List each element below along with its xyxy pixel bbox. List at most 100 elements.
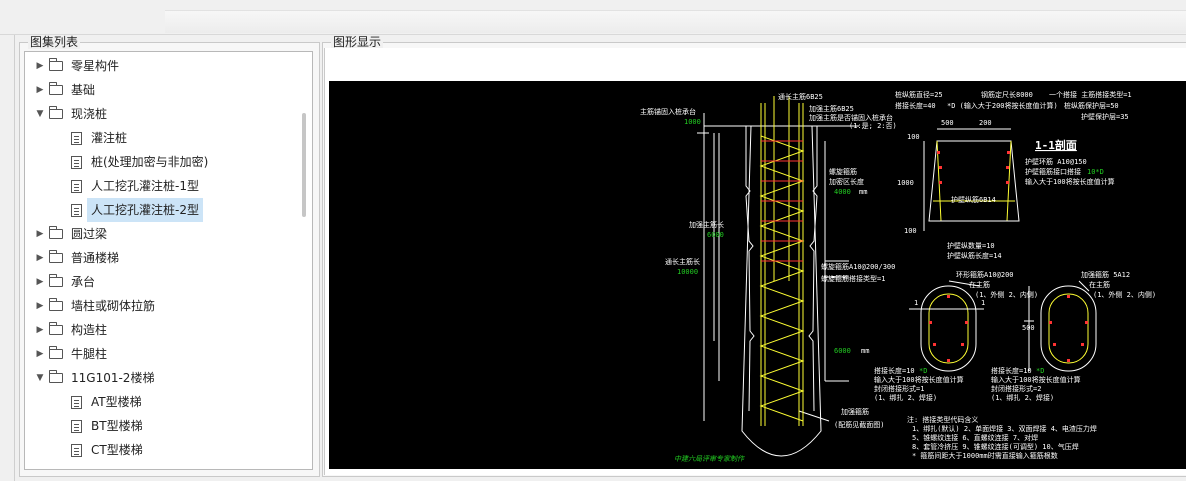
tree-item[interactable]: 灌注桩	[25, 126, 312, 150]
anchor-label: 主筋锚固入桩承台	[640, 107, 696, 116]
param-splice-note: *D (输入大于200将按长度值计算)	[947, 101, 1058, 110]
chevron-right-icon[interactable]: ▶	[35, 270, 45, 294]
ring-dot	[947, 359, 950, 362]
section-tie-dot	[939, 166, 942, 169]
tree-item-label: 人工挖孔灌注桩-1型	[91, 179, 199, 193]
tree-item[interactable]: AT型楼梯	[25, 390, 312, 414]
tree-folder[interactable]: ▶ 普通楼梯	[25, 246, 312, 270]
param-splice-type: 一个搭接 主筋搭接类型=1	[1049, 90, 1132, 99]
chevron-right-icon[interactable]: ▶	[35, 222, 45, 246]
ring-dot	[933, 343, 936, 346]
toolbar-strip	[165, 10, 1186, 33]
tree-item[interactable]: 人工挖孔灌注桩-1型	[25, 174, 312, 198]
tree-folder[interactable]: ▶ 构造柱	[25, 318, 312, 342]
tree-folder[interactable]: ▶ 墙柱或砌体拉筋	[25, 294, 312, 318]
tree-item-label: 灌注桩	[91, 131, 128, 145]
tree-item-label: AT型楼梯	[91, 395, 142, 409]
cad-drawing[interactable]: 主筋锚固入桩承台 1000 通长主筋6B25 加强主筋6B25 加强主筋是否锚固…	[329, 81, 1186, 469]
ring-section-b-inner	[1048, 293, 1089, 364]
dim-500-ring: 500	[1022, 324, 1035, 332]
tree-item[interactable]: 人工挖孔灌注桩-2型	[25, 198, 312, 222]
ring-dot	[947, 295, 950, 298]
chevron-right-icon[interactable]: ▶	[35, 246, 45, 270]
spiral-splice: 螺旋箍筋搭接类型=1	[821, 274, 885, 283]
cut-label-right: 1	[981, 299, 985, 307]
tree-item-label: 构造柱	[71, 323, 108, 337]
section-tie-dot	[1006, 166, 1009, 169]
dense-length-value: 4000	[834, 188, 851, 196]
add-ring-main: 在主筋	[1089, 280, 1110, 289]
folder-icon	[49, 298, 63, 311]
ring-dot	[1049, 321, 1052, 324]
add-bar-length-value: 6000	[707, 231, 724, 239]
chevron-right-icon[interactable]: ▶	[35, 294, 45, 318]
splice-a-note: 输入大于100将按长度值计算	[874, 375, 964, 384]
dense-length-unit: mm	[859, 188, 867, 196]
note-line-1: 1、绑扎(默认) 2、单面焊接 3、双面焊接 4、电渣压力焊	[912, 424, 1097, 433]
anchor-value: 1000	[684, 118, 701, 126]
tree-item-label: 11G101-2楼梯	[71, 371, 155, 385]
bottom-tie-label: 加强箍筋	[841, 407, 869, 416]
catalog-tree[interactable]: ▶ 零星构件 ▶ 基础 ▼ 现浇桩 灌注桩 桩(处理加密与非加密) 人工挖孔灌注桩-1型 人工挖孔…	[24, 51, 313, 470]
chevron-down-icon[interactable]: ▼	[35, 366, 45, 390]
tree-item-label: 人工挖孔灌注桩-2型	[87, 198, 203, 222]
note-line-2: 5、锥螺纹连接 6、直螺纹连接 7、对焊	[912, 433, 1038, 442]
tree-item-label: 墙柱或砌体拉筋	[71, 299, 156, 313]
graphic-panel-title: 图形显示	[331, 35, 384, 49]
folder-icon	[49, 322, 63, 335]
tree-item-label: 普通楼梯	[71, 251, 120, 265]
spiral-tie	[759, 135, 805, 422]
document-icon	[71, 420, 82, 433]
splice-a-form: 封闭搭接形式=1	[874, 384, 924, 393]
dim-200-label: 200	[979, 119, 992, 127]
spiral-spec: 螺旋箍筋A10@200/300	[821, 262, 895, 271]
tree-item-label: 零星构件	[71, 59, 120, 73]
footer-credit: 中建六局评审专家制作	[674, 455, 745, 463]
tree-folder[interactable]: ▼ 11G101-2楼梯	[25, 366, 312, 390]
add-bar-length-label: 加强主筋长	[689, 220, 724, 229]
ring-main: 在主筋	[969, 280, 990, 289]
dim-500-label: 500	[941, 119, 954, 127]
document-icon	[71, 180, 82, 193]
chevron-right-icon[interactable]: ▶	[35, 54, 45, 78]
param-splice-length: 搭接长度=40	[895, 101, 936, 110]
chevron-right-icon[interactable]: ▶	[35, 78, 45, 102]
add-bar-label: 加强主筋6B25	[809, 104, 854, 113]
folder-icon	[49, 370, 63, 383]
chevron-down-icon[interactable]: ▼	[35, 102, 45, 126]
through-length-value: 10000	[677, 268, 698, 276]
add-anchor-label: 加强主筋是否锚固入桩承台	[809, 113, 893, 122]
bottom-tie-note: (配筋见截面图)	[834, 420, 884, 429]
ring-title: 环形箍筋A10@200	[956, 270, 1014, 279]
tree-folder[interactable]: ▼ 现浇桩	[25, 102, 312, 126]
tree-item-label: 牛腿柱	[71, 347, 108, 361]
section-tie-dot	[1007, 151, 1010, 154]
tree-scrollbar[interactable]	[302, 113, 306, 217]
param-wall-cover: 护壁保护层=35	[1081, 112, 1129, 121]
tree-folder[interactable]: ▶ 基础	[25, 78, 312, 102]
note-line-3: 8、套管冷挤压 9、锥螺纹连接(可调型) 10、气压焊	[912, 442, 1079, 451]
document-icon	[71, 132, 82, 145]
tree-folder[interactable]: ▶ 牛腿柱	[25, 342, 312, 366]
chevron-right-icon[interactable]: ▶	[35, 318, 45, 342]
ring-dot	[961, 343, 964, 346]
left-edge-panel	[0, 35, 15, 481]
tree-item[interactable]: BT型楼梯	[25, 414, 312, 438]
tree-folder[interactable]: ▶ 圆过梁	[25, 222, 312, 246]
add-ring-title: 加强箍筋 5A12	[1081, 270, 1130, 279]
tree-item-label: BT型楼梯	[91, 419, 143, 433]
tree-folder[interactable]: ▶ 零星构件	[25, 54, 312, 78]
ring-dot	[1085, 321, 1088, 324]
splice-b-note: 输入大于100将按长度值计算	[991, 375, 1081, 384]
tree-item[interactable]: 桩(处理加密与非加密)	[25, 150, 312, 174]
section-title: 1-1剖面	[1035, 138, 1077, 152]
document-icon	[71, 156, 82, 169]
ring-option: (1、外侧 2、内侧)	[975, 290, 1038, 299]
chevron-right-icon[interactable]: ▶	[35, 342, 45, 366]
folder-icon	[49, 250, 63, 263]
tree-folder[interactable]: ▶ 承台	[25, 270, 312, 294]
ring-dot	[1067, 359, 1070, 362]
tree-item-label: 现浇桩	[71, 107, 108, 121]
tree-item[interactable]: CT型楼梯	[25, 438, 312, 462]
dim-1000: 1000	[897, 179, 914, 187]
